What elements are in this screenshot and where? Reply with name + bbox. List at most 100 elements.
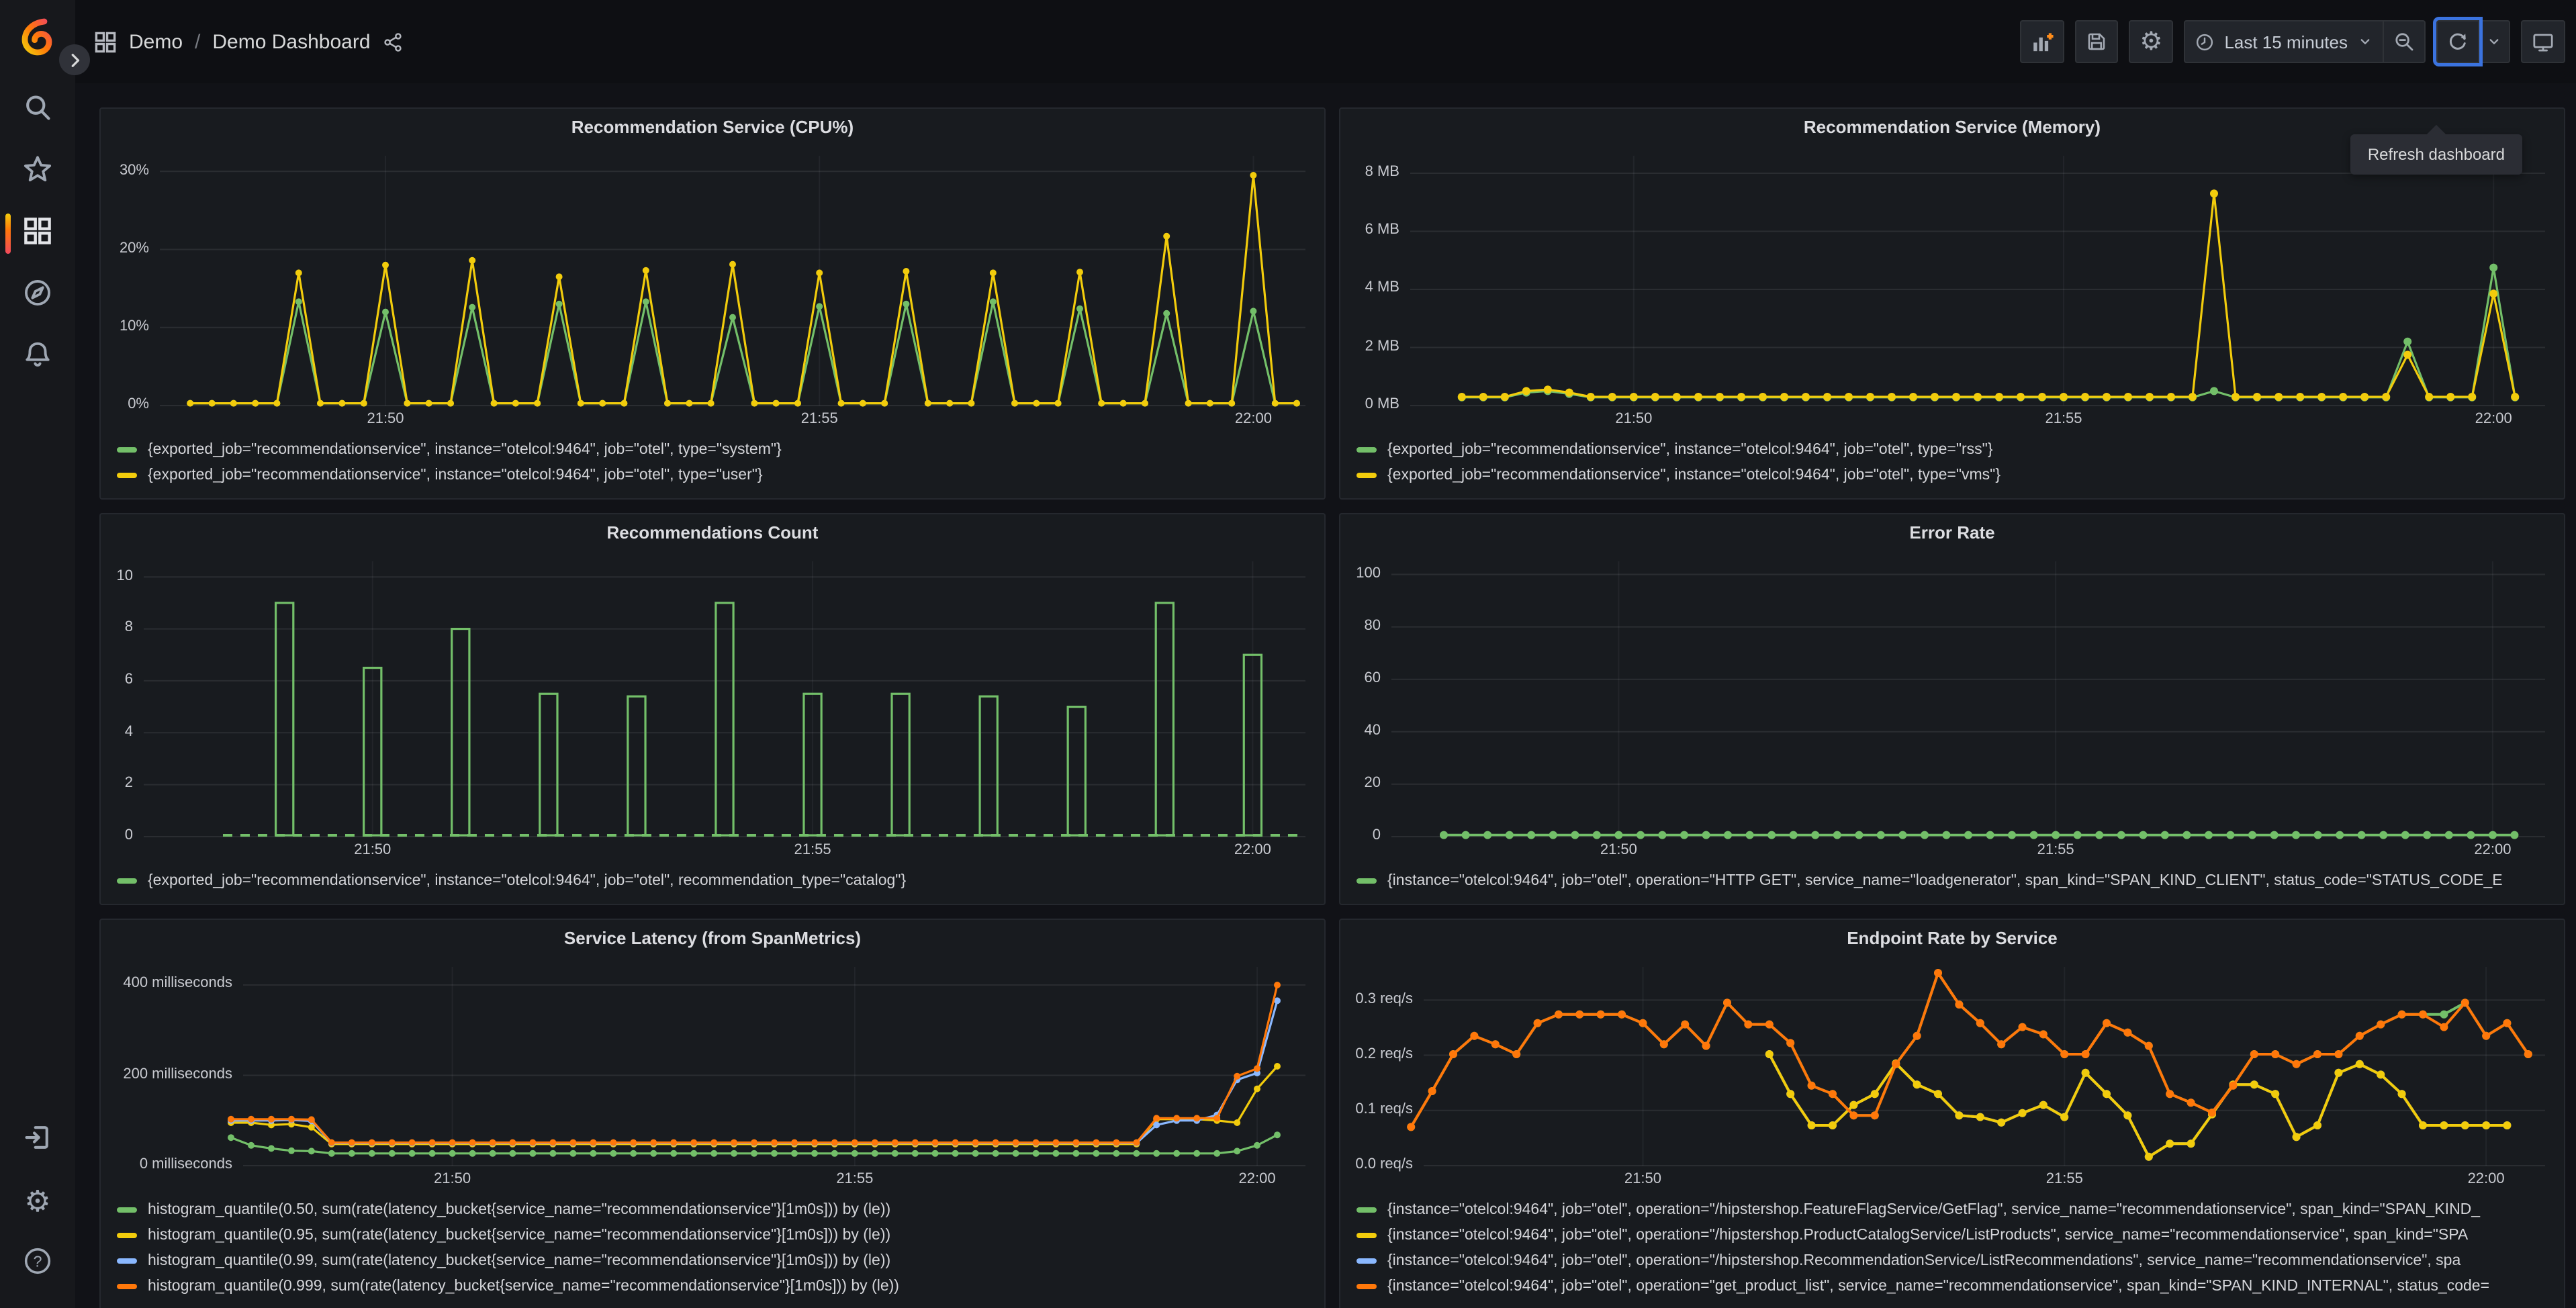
legend-item[interactable]: {exported_job="recommendationservice", i… <box>117 436 1308 462</box>
cpu-chart: 0% 10% 20% 30% 21:50 21:55 22:00 <box>111 145 1314 432</box>
legend-item[interactable]: {instance="otelcol:9464", job="otel", op… <box>1356 1222 2548 1248</box>
legend-item[interactable]: histogram_quantile(0.50, sum(rate(latenc… <box>117 1197 1308 1222</box>
y-axis-tick-label: 200 milliseconds <box>123 1066 232 1082</box>
y-axis-tick-label: 20 <box>1364 774 1381 791</box>
dashboard-settings-button[interactable]: ⚙ <box>2129 20 2174 63</box>
add-panel-icon <box>2033 32 2054 51</box>
y-axis-tick-label: 10% <box>119 318 149 334</box>
x-axis-tick-label: 21:55 <box>836 1171 874 1187</box>
y-axis-tick-label: 30% <box>119 162 149 179</box>
sidebar-item-search[interactable] <box>0 79 75 141</box>
legend-series-marker <box>1356 1258 1377 1263</box>
legend-item[interactable]: histogram_quantile(0.99, sum(rate(latenc… <box>117 1248 1308 1273</box>
legend-item[interactable]: {exported_job="recommendationservice", i… <box>1356 436 2548 462</box>
legend-series-label: histogram_quantile(0.50, sum(rate(latenc… <box>148 1201 891 1217</box>
x-axis-tick-label: 22:00 <box>2467 1171 2505 1187</box>
sidebar-item-dashboards[interactable] <box>0 203 75 265</box>
add-panel-button[interactable] <box>2020 20 2065 63</box>
grafana-app: ⚙ ? Demo / Demo Dashboard ⚙ Last 15 minu… <box>0 0 2576 1308</box>
x-axis-tick-label: 22:00 <box>2474 842 2512 858</box>
grafana-logo[interactable] <box>15 15 60 60</box>
sidebar-item-alerting[interactable] <box>0 326 75 388</box>
tv-mode-button[interactable] <box>2521 20 2565 63</box>
refresh-dashboard-button[interactable] <box>2436 20 2479 63</box>
time-range-label: Last 15 minutes <box>2224 32 2348 52</box>
recommendations-legend: {exported_job="recommendationservice", i… <box>101 863 1324 904</box>
legend-item[interactable]: {instance="otelcol:9464", job="otel", op… <box>1356 868 2548 893</box>
y-axis-tick-label: 0 <box>1372 827 1381 843</box>
legend-item[interactable]: histogram_quantile(0.95, sum(rate(latenc… <box>117 1222 1308 1248</box>
refresh-icon <box>2449 33 2466 50</box>
sidebar-expand-button[interactable] <box>59 44 90 75</box>
save-icon <box>2088 33 2105 50</box>
y-axis-tick-label: 2 MB <box>1365 338 1399 355</box>
error-rate-chart: 0 20 40 60 80 100 21:50 21:55 22:00 <box>1351 551 2553 863</box>
panel-title[interactable]: Error Rate <box>1340 514 2564 551</box>
memory-legend: {exported_job="recommendationservice", i… <box>1340 432 2564 498</box>
dashboard-grid: Recommendation Service (CPU%) 0% 10% 20% 30… <box>75 83 2576 1308</box>
zoom-out-icon <box>2395 33 2413 51</box>
chart-svg <box>144 561 1305 837</box>
legend-item[interactable]: {exported_job="recommendationservice", i… <box>117 868 1308 893</box>
legend-series-label: {instance="otelcol:9464", job="otel", op… <box>1387 872 2503 888</box>
refresh-interval-dropdown[interactable] <box>2478 20 2510 63</box>
legend-series-marker <box>117 1258 137 1263</box>
legend-series-marker <box>117 1207 137 1212</box>
y-axis-tick-label: 0 milliseconds <box>139 1156 232 1172</box>
panel-recommendations-count: Recommendations Count 0 2 4 6 8 10 21:50 21:55 2… <box>99 513 1326 905</box>
legend-item[interactable]: histogram_quantile(0.999, sum(rate(laten… <box>117 1273 1308 1299</box>
share-icon[interactable] <box>383 32 403 52</box>
time-range-picker[interactable]: Last 15 minutes <box>2184 20 2384 63</box>
sidebar-item-sign-in[interactable] <box>0 1109 75 1171</box>
legend-series-label: {exported_job="recommendationservice", i… <box>148 467 763 483</box>
legend-item[interactable]: {instance="otelcol:9464", job="otel", op… <box>1356 1248 2548 1273</box>
breadcrumb-dashboard[interactable]: Demo Dashboard <box>212 30 370 53</box>
x-axis-tick-label: 21:50 <box>1615 411 1653 427</box>
legend-series-label: histogram_quantile(0.999, sum(rate(laten… <box>148 1278 899 1294</box>
y-axis-tick-label: 400 milliseconds <box>123 975 232 992</box>
sidebar-item-explore[interactable] <box>0 265 75 326</box>
y-axis-tick-label: 4 MB <box>1365 279 1399 296</box>
legend-series-marker <box>1356 1283 1377 1289</box>
latency-chart: 0 milliseconds 200 milliseconds 400 millis… <box>111 956 1314 1193</box>
sidebar: ⚙ ? <box>0 0 75 1308</box>
legend-item[interactable]: {instance="otelcol:9464", job="otel", op… <box>1356 1197 2548 1222</box>
zoom-out-time-button[interactable] <box>2383 20 2426 63</box>
refresh-controls <box>2436 20 2510 63</box>
legend-series-label: {exported_job="recommendationservice", i… <box>148 872 907 888</box>
y-axis-tick-label: 0.1 req/s <box>1355 1101 1413 1117</box>
svg-text:?: ? <box>34 1252 42 1269</box>
panel-title[interactable]: Recommendations Count <box>101 514 1324 551</box>
sidebar-item-help[interactable]: ? <box>0 1233 75 1295</box>
breadcrumb-separator: / <box>195 30 201 53</box>
legend-item[interactable]: {instance="otelcol:9464", job="otel", op… <box>1356 1273 2548 1299</box>
breadcrumb-folder[interactable]: Demo <box>129 30 183 53</box>
legend-series-marker <box>117 1232 137 1237</box>
x-axis-tick-label: 21:55 <box>794 842 831 858</box>
panel-title[interactable]: Recommendation Service (CPU%) <box>101 109 1324 145</box>
compass-icon <box>23 277 52 314</box>
legend-series-label: {exported_job="recommendationservice", i… <box>1387 441 1993 457</box>
monitor-icon <box>2533 33 2553 51</box>
legend-series-label: histogram_quantile(0.95, sum(rate(latenc… <box>148 1227 891 1243</box>
sidebar-item-starred[interactable] <box>0 141 75 203</box>
topbar: Demo / Demo Dashboard ⚙ Last 15 minutes <box>75 0 2576 83</box>
panel-title[interactable]: Endpoint Rate by Service <box>1340 920 2564 956</box>
y-axis-tick-label: 6 <box>124 671 133 688</box>
gear-icon: ⚙ <box>24 1184 51 1218</box>
gear-icon: ⚙ <box>2140 28 2163 56</box>
star-icon <box>23 154 52 190</box>
legend-series-label: {instance="otelcol:9464", job="otel", op… <box>1387 1278 2490 1294</box>
save-dashboard-button[interactable] <box>2075 20 2119 63</box>
sidebar-item-settings[interactable]: ⚙ <box>0 1171 75 1233</box>
x-axis-tick-label: 21:55 <box>800 411 838 427</box>
legend-item[interactable]: {exported_job="recommendationservice", i… <box>117 462 1308 487</box>
x-axis-tick-label: 21:55 <box>2045 411 2082 427</box>
legend-item[interactable]: {exported_job="recommendationservice", i… <box>1356 462 2548 487</box>
clock-icon <box>2197 33 2213 50</box>
x-axis-tick-label: 22:00 <box>2475 411 2512 427</box>
x-axis-tick-label: 21:50 <box>1600 842 1637 858</box>
x-axis-tick-label: 21:50 <box>354 842 392 858</box>
legend-series-marker <box>1356 447 1377 452</box>
panel-title[interactable]: Service Latency (from SpanMetrics) <box>101 920 1324 956</box>
